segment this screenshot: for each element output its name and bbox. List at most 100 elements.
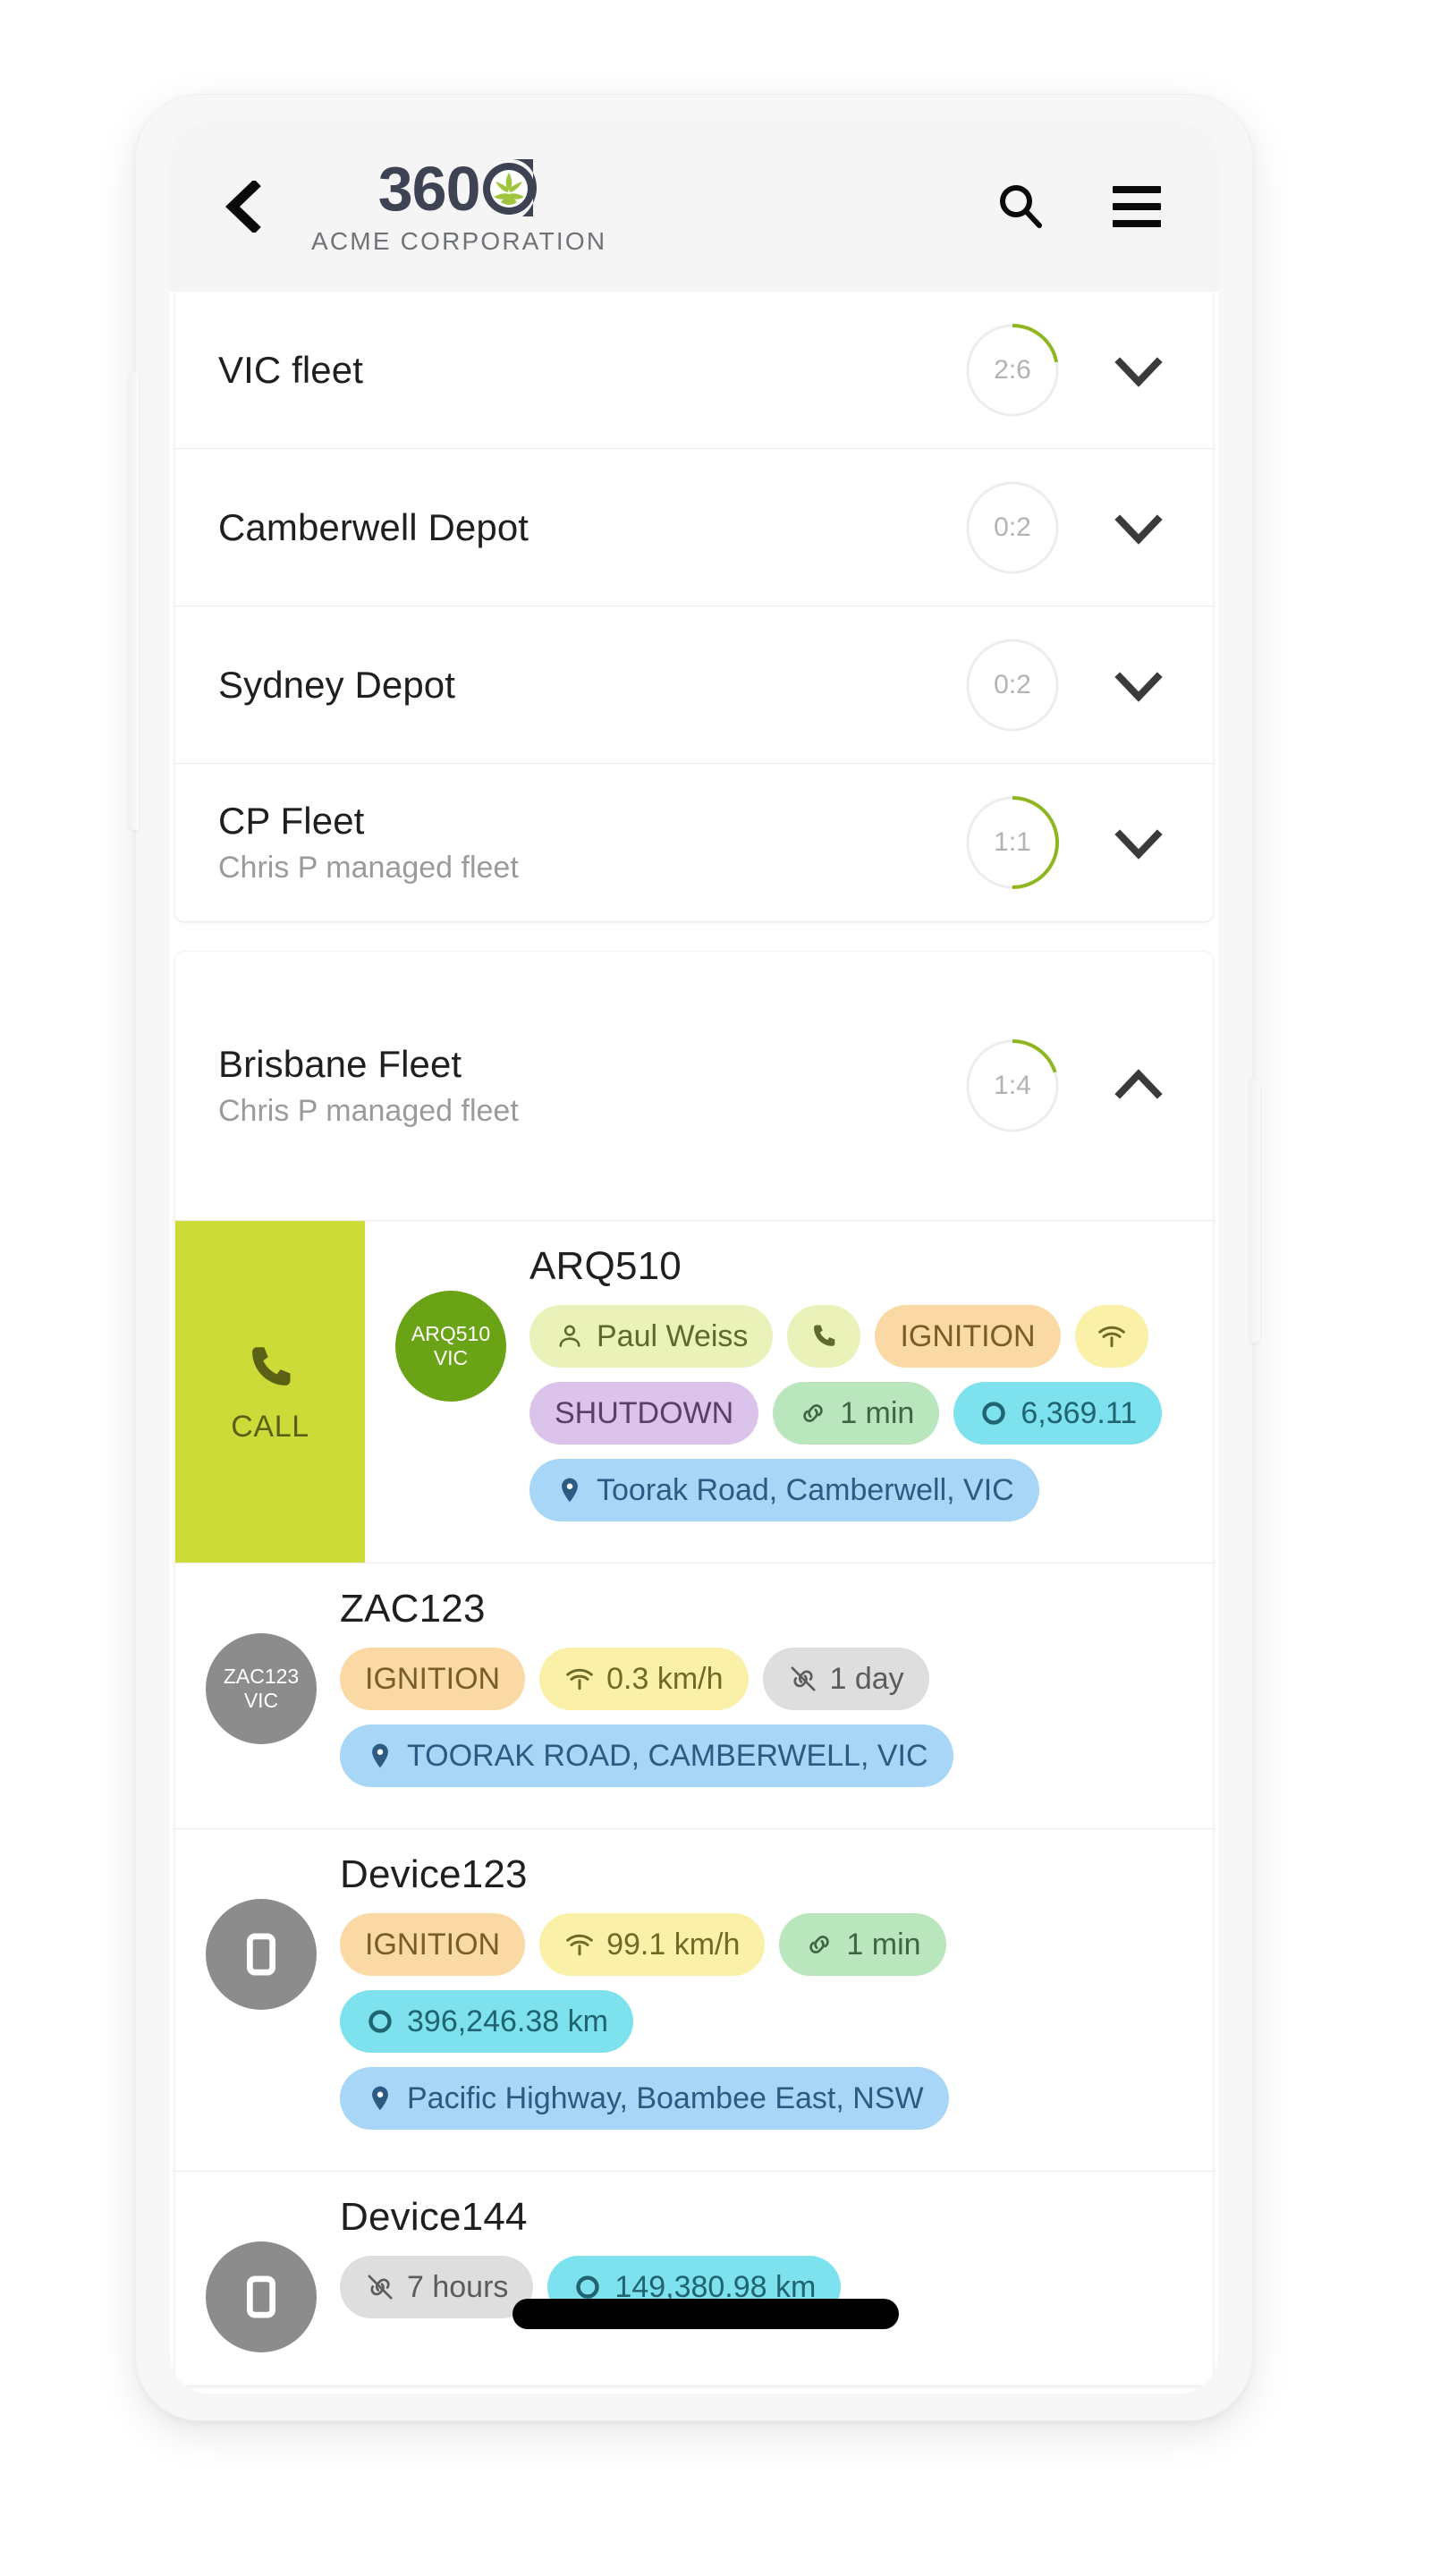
call-swipe-label: CALL — [231, 1409, 309, 1444]
device-avatar — [206, 2241, 317, 2352]
link-off-icon — [790, 1666, 816, 1691]
fleet-group-name: VIC fleet — [218, 348, 363, 391]
device-main: ARQ510 Paul Weiss IGNITION SHUTDOWN 1 min 6,3… — [529, 1244, 1213, 1536]
device-avatar: ZAC123 VIC — [206, 1633, 317, 1744]
device-status-chip: IGNITION — [340, 1913, 526, 1976]
back-button[interactable] — [209, 173, 277, 241]
fleet-group-row[interactable]: CP Fleet Chris P managed fleet 1:1 — [175, 764, 1213, 921]
chip-label: 1 min — [840, 1395, 915, 1430]
fleet-ratio-gauge: 1:4 — [962, 1036, 1063, 1136]
fleet-ratio-gauge: 1:1 — [962, 792, 1063, 893]
search-button[interactable] — [993, 179, 1048, 234]
fleet-ratio-gauge: 0:2 — [962, 478, 1063, 578]
fleet-group-text: Sydney Depot — [218, 663, 962, 708]
avatar-label: ZAC123 — [223, 1664, 300, 1688]
fleet-list-scroll[interactable]: VIC fleet 2:6 Camberwell Depot 0:2 Sydney De… — [170, 292, 1218, 2394]
call-swipe-action[interactable]: CALL — [175, 1221, 365, 1563]
app-bar-actions — [993, 179, 1179, 234]
chip-label: 7 hours — [407, 2269, 509, 2304]
device-body: Device144 7 hours 149,380.98 km — [175, 2172, 1213, 2385]
link-icon — [809, 1936, 830, 1953]
fleet-ratio-gauge: 2:6 — [962, 320, 1063, 420]
pin-icon — [372, 2086, 388, 2111]
device-status-chip: 6,369.11 — [953, 1382, 1163, 1445]
device-name: ZAC123 — [340, 1587, 486, 1631]
device-row[interactable]: Device144 7 hours 149,380.98 km — [175, 2171, 1213, 2385]
fleet-group-subtitle: Chris P managed fleet — [218, 1094, 519, 1129]
chip-row: IGNITION 99.1 km/h 1 min — [340, 1913, 1213, 1976]
chevron-left-icon — [225, 181, 261, 233]
device-status-chip: 1 min — [779, 1913, 946, 1976]
device-row[interactable]: Device123 IGNITION 99.1 km/h 1 min 396,246.3… — [175, 1828, 1213, 2171]
device-status-chip — [1074, 1305, 1148, 1368]
fleet-group-text: CP Fleet Chris P managed fleet — [218, 799, 962, 886]
device-name: ARQ510 — [529, 1244, 682, 1288]
expanded-fleet-card: Brisbane Fleet Chris P managed fleet 1:4 CA… — [175, 952, 1213, 2385]
fleet-ratio-label: 1:4 — [994, 1071, 1031, 1100]
chip-label: 1 min — [846, 1927, 921, 1962]
chip-row: IGNITION 0.3 km/h 1 day — [340, 1648, 1213, 1710]
device-main: ZAC123 IGNITION 0.3 km/h 1 day TOORAK ROAD, … — [340, 1587, 1213, 1801]
hamburger-bar — [1113, 203, 1161, 210]
volume-button[interactable] — [128, 372, 139, 830]
fleet-group-row[interactable]: Sydney Depot 0:2 — [175, 606, 1213, 764]
chip-row: Toorak Road, Camberwell, VIC — [529, 1459, 1213, 1521]
chip-row: SHUTDOWN 1 min 6,369.11 — [529, 1382, 1213, 1445]
hamburger-bar — [1113, 220, 1161, 227]
device-status-chip: Pacific Highway, Boambee East, NSW — [340, 2067, 949, 2130]
system-gesture-bar — [512, 2299, 899, 2329]
chevron-down-icon[interactable] — [1111, 657, 1166, 713]
chevron-down-icon[interactable] — [1111, 500, 1166, 555]
chevron-up-icon[interactable] — [1111, 1058, 1166, 1114]
device-status-chip: TOORAK ROAD, CAMBERWELL, VIC — [340, 1724, 953, 1787]
phone-screen: 360 ACME CORPORATION VIC fleet 2:6 Cambe… — [170, 122, 1218, 2394]
chip-label: 99.1 km/h — [606, 1927, 741, 1962]
company-name: ACME CORPORATION — [311, 227, 607, 255]
device-row[interactable]: CALL ARQ510 VIC ARQ510 Paul Weiss IGNITION SHU… — [175, 1220, 1213, 1563]
chip-row: Pacific Highway, Boambee East, NSW — [340, 2067, 1213, 2130]
chip-label: IGNITION — [900, 1318, 1036, 1353]
app-bar: 360 ACME CORPORATION — [170, 122, 1218, 292]
power-button[interactable] — [1249, 1079, 1260, 1343]
chip-label: IGNITION — [365, 1927, 501, 1962]
device-main: Device144 7 hours 149,380.98 km — [340, 2195, 1213, 2385]
speed-icon — [1097, 1326, 1125, 1348]
link-icon — [803, 1404, 823, 1422]
odometer-icon — [982, 1402, 1006, 1425]
chip-row: Paul Weiss IGNITION — [529, 1305, 1213, 1368]
device-status-chip — [787, 1305, 861, 1368]
phone-frame: 360 ACME CORPORATION VIC fleet 2:6 Cambe… — [128, 95, 1260, 2420]
speed-icon — [566, 1934, 593, 1956]
device-icon — [246, 1933, 276, 1976]
brand-block: 360 ACME CORPORATION — [311, 157, 606, 256]
chevron-down-icon[interactable] — [1111, 343, 1166, 398]
link-off-icon — [368, 2275, 393, 2300]
device-row[interactable]: ZAC123 VIC ZAC123 IGNITION 0.3 km/h 1 day TOOR… — [175, 1563, 1213, 1828]
menu-button[interactable] — [1109, 179, 1165, 234]
fleet-group-name: CP Fleet — [218, 799, 365, 842]
device-status-chip: 396,246.38 km — [340, 1990, 633, 2053]
device-status-chip: 99.1 km/h — [539, 1913, 766, 1976]
chip-label: 1 day — [829, 1661, 904, 1696]
fleet-ratio-gauge: 0:2 — [962, 635, 1063, 735]
search-icon — [1000, 185, 1042, 228]
device-status-chip: SHUTDOWN — [529, 1382, 759, 1445]
phone-icon — [814, 1325, 835, 1346]
fleet-group-row[interactable]: Camberwell Depot 0:2 — [175, 449, 1213, 606]
device-body: Device123 IGNITION 99.1 km/h 1 min 396,246.3… — [175, 1829, 1213, 2171]
chip-label: TOORAK ROAD, CAMBERWELL, VIC — [407, 1738, 928, 1773]
fleet-group-row[interactable]: Brisbane Fleet Chris P managed fleet 1:4 — [175, 952, 1213, 1220]
avatar-label: ARQ510 — [411, 1321, 491, 1345]
fleet-group-subtitle: Chris P managed fleet — [218, 851, 519, 886]
fleet-ratio-label: 2:6 — [994, 354, 1031, 385]
fleet-group-text: Brisbane Fleet Chris P managed fleet — [218, 1042, 962, 1130]
device-status-chip: IGNITION — [340, 1648, 526, 1710]
avatar-label: VIC — [433, 1346, 469, 1369]
chevron-down-icon[interactable] — [1111, 815, 1166, 870]
fleet-group-name: Brisbane Fleet — [218, 1042, 462, 1085]
device-avatar: ARQ510 VIC — [395, 1291, 506, 1402]
person-icon — [559, 1325, 580, 1347]
device-status-chip: 7 hours — [340, 2256, 534, 2318]
fleet-group-row[interactable]: VIC fleet 2:6 — [175, 292, 1213, 449]
chip-label: Toorak Road, Camberwell, VIC — [597, 1472, 1014, 1507]
